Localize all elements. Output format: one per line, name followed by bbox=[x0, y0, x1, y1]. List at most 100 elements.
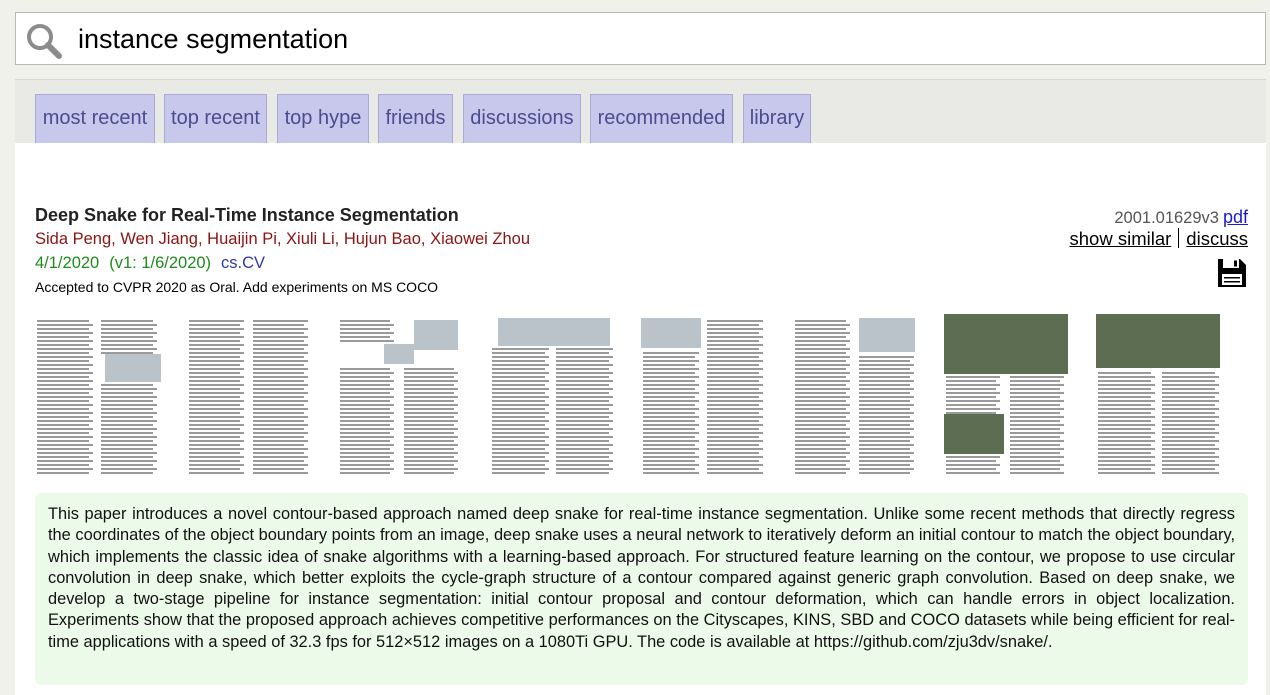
author-link[interactable]: Huaijin Pi bbox=[207, 230, 277, 248]
thumbnail-text-line bbox=[491, 440, 545, 442]
search-input[interactable] bbox=[78, 21, 1248, 57]
paper-abstract: This paper introduces a novel contour-ba… bbox=[35, 493, 1248, 685]
thumbnail-text-line bbox=[252, 380, 304, 382]
thumbnail-text-line bbox=[188, 356, 240, 358]
thumbnail-text-line bbox=[1010, 420, 1060, 422]
thumbnail-text-line bbox=[643, 424, 699, 426]
thumbnail-text-line bbox=[1097, 372, 1151, 374]
tab-most-recent[interactable]: most recent bbox=[35, 94, 155, 143]
author-link[interactable]: Xiaowei Zhou bbox=[430, 230, 530, 248]
paper-thumbnails[interactable] bbox=[35, 314, 1250, 480]
thumbnail-text-line bbox=[1097, 436, 1151, 438]
thumbnail-text-line bbox=[858, 472, 910, 474]
thumbnail-figure bbox=[384, 344, 414, 364]
date-line: 4/1/2020 (v1: 1/6/2020) cs.CV bbox=[35, 254, 265, 273]
thumbnail-text-line bbox=[340, 440, 390, 442]
author-link[interactable]: Wen Jiang bbox=[120, 230, 198, 248]
thumbnail-text-line bbox=[858, 380, 914, 382]
thumbnail-text-line bbox=[946, 460, 996, 462]
thumbnail-text-line bbox=[555, 472, 609, 474]
thumbnail-text-line bbox=[37, 412, 93, 414]
thumbnail-text-line bbox=[37, 448, 89, 450]
author-link[interactable]: Xiuli Li bbox=[286, 230, 335, 248]
author-separator: , bbox=[111, 230, 121, 248]
thumbnail-text-line bbox=[37, 392, 89, 394]
thumbnail-text-line bbox=[1161, 412, 1215, 414]
thumbnail-text-line bbox=[340, 412, 394, 414]
thumbnail-text-line bbox=[252, 360, 308, 362]
thumbnail-text-line bbox=[188, 440, 244, 442]
thumbnail-text-line bbox=[101, 392, 153, 394]
author-link[interactable]: Hujun Bao bbox=[344, 230, 421, 248]
tab-recommended[interactable]: recommended bbox=[590, 94, 733, 143]
thumbnail-text-line bbox=[643, 368, 699, 370]
author-link[interactable]: Sida Peng bbox=[35, 230, 111, 248]
thumbnail-text-line bbox=[1097, 412, 1151, 414]
thumbnail-text-line bbox=[101, 468, 157, 470]
thumbnail-text-line bbox=[404, 376, 454, 378]
thumbnail-text-line bbox=[707, 460, 759, 462]
thumbnail-text-line bbox=[1161, 436, 1215, 438]
thumbnail-figure bbox=[858, 318, 915, 352]
thumbnail-text-line bbox=[340, 408, 390, 410]
page-thumbnail[interactable] bbox=[641, 314, 767, 480]
thumbnail-text-line bbox=[794, 396, 850, 398]
thumbnail-text-line bbox=[101, 348, 157, 350]
pdf-link[interactable]: pdf bbox=[1223, 207, 1248, 227]
thumbnail-text-line bbox=[37, 356, 93, 358]
thumbnail-text-line bbox=[252, 364, 304, 366]
thumbnail-text-line bbox=[101, 452, 157, 454]
thumbnail-text-line bbox=[794, 436, 850, 438]
thumbnail-text-line bbox=[794, 456, 846, 458]
page-thumbnail[interactable] bbox=[1095, 314, 1222, 480]
thumbnail-text-line bbox=[555, 420, 613, 422]
thumbnail-text-line bbox=[491, 456, 545, 458]
search-icon[interactable] bbox=[24, 21, 64, 61]
paper-title[interactable]: Deep Snake for Real-Time Instance Segmen… bbox=[35, 205, 459, 226]
floppy-disk-icon[interactable] bbox=[1216, 257, 1248, 289]
thumbnail-text-line bbox=[707, 448, 763, 450]
thumbnail-text-line bbox=[1097, 456, 1155, 458]
thumbnail-text-line bbox=[188, 392, 244, 394]
tab-friends[interactable]: friends bbox=[378, 94, 453, 143]
thumbnail-text-line bbox=[101, 464, 153, 466]
thumbnail-text-line bbox=[707, 416, 763, 418]
thumbnail-text-line bbox=[491, 360, 545, 362]
thumbnail-text-line bbox=[340, 416, 390, 418]
page-thumbnail[interactable] bbox=[944, 314, 1070, 480]
thumbnail-text-line bbox=[555, 448, 609, 450]
thumbnail-text-line bbox=[1097, 420, 1151, 422]
thumbnail-text-line bbox=[37, 364, 93, 366]
thumbnail-text-line bbox=[404, 368, 454, 370]
tab-top-hype[interactable]: top hype bbox=[277, 94, 369, 143]
thumbnail-text-line bbox=[858, 368, 910, 370]
thumbnail-text-line bbox=[340, 396, 394, 398]
thumbnail-text-line bbox=[340, 428, 394, 430]
tab-top-recent[interactable]: top recent bbox=[164, 94, 267, 143]
discuss-link[interactable]: discuss bbox=[1186, 228, 1248, 249]
thumbnail-text-line bbox=[858, 428, 914, 430]
page-thumbnail[interactable] bbox=[35, 314, 161, 480]
page-thumbnail[interactable] bbox=[186, 314, 313, 480]
thumbnail-text-line bbox=[1161, 420, 1215, 422]
thumbnail-figure bbox=[1095, 314, 1220, 368]
thumbnail-text-line bbox=[252, 448, 308, 450]
thumbnail-text-line bbox=[101, 328, 153, 330]
thumbnail-text-line bbox=[555, 384, 609, 386]
show-similar-link[interactable]: show similar bbox=[1070, 228, 1172, 249]
thumbnail-text-line bbox=[1010, 456, 1064, 458]
page-thumbnail[interactable] bbox=[489, 314, 616, 480]
thumbnail-text-line bbox=[946, 404, 996, 406]
thumbnail-text-line bbox=[188, 360, 244, 362]
tab-library[interactable]: library bbox=[743, 94, 811, 143]
page-thumbnail[interactable] bbox=[338, 314, 464, 480]
thumbnail-text-line bbox=[37, 384, 89, 386]
tab-discussions[interactable]: discussions bbox=[463, 94, 581, 143]
category-link[interactable]: cs.CV bbox=[221, 254, 265, 272]
thumbnail-text-line bbox=[404, 468, 458, 470]
page-thumbnail[interactable] bbox=[792, 314, 919, 480]
thumbnail-text-line bbox=[858, 432, 910, 434]
author-separator: , bbox=[420, 230, 431, 248]
thumbnail-text-line bbox=[858, 448, 910, 450]
thumbnail-text-line bbox=[794, 360, 846, 362]
